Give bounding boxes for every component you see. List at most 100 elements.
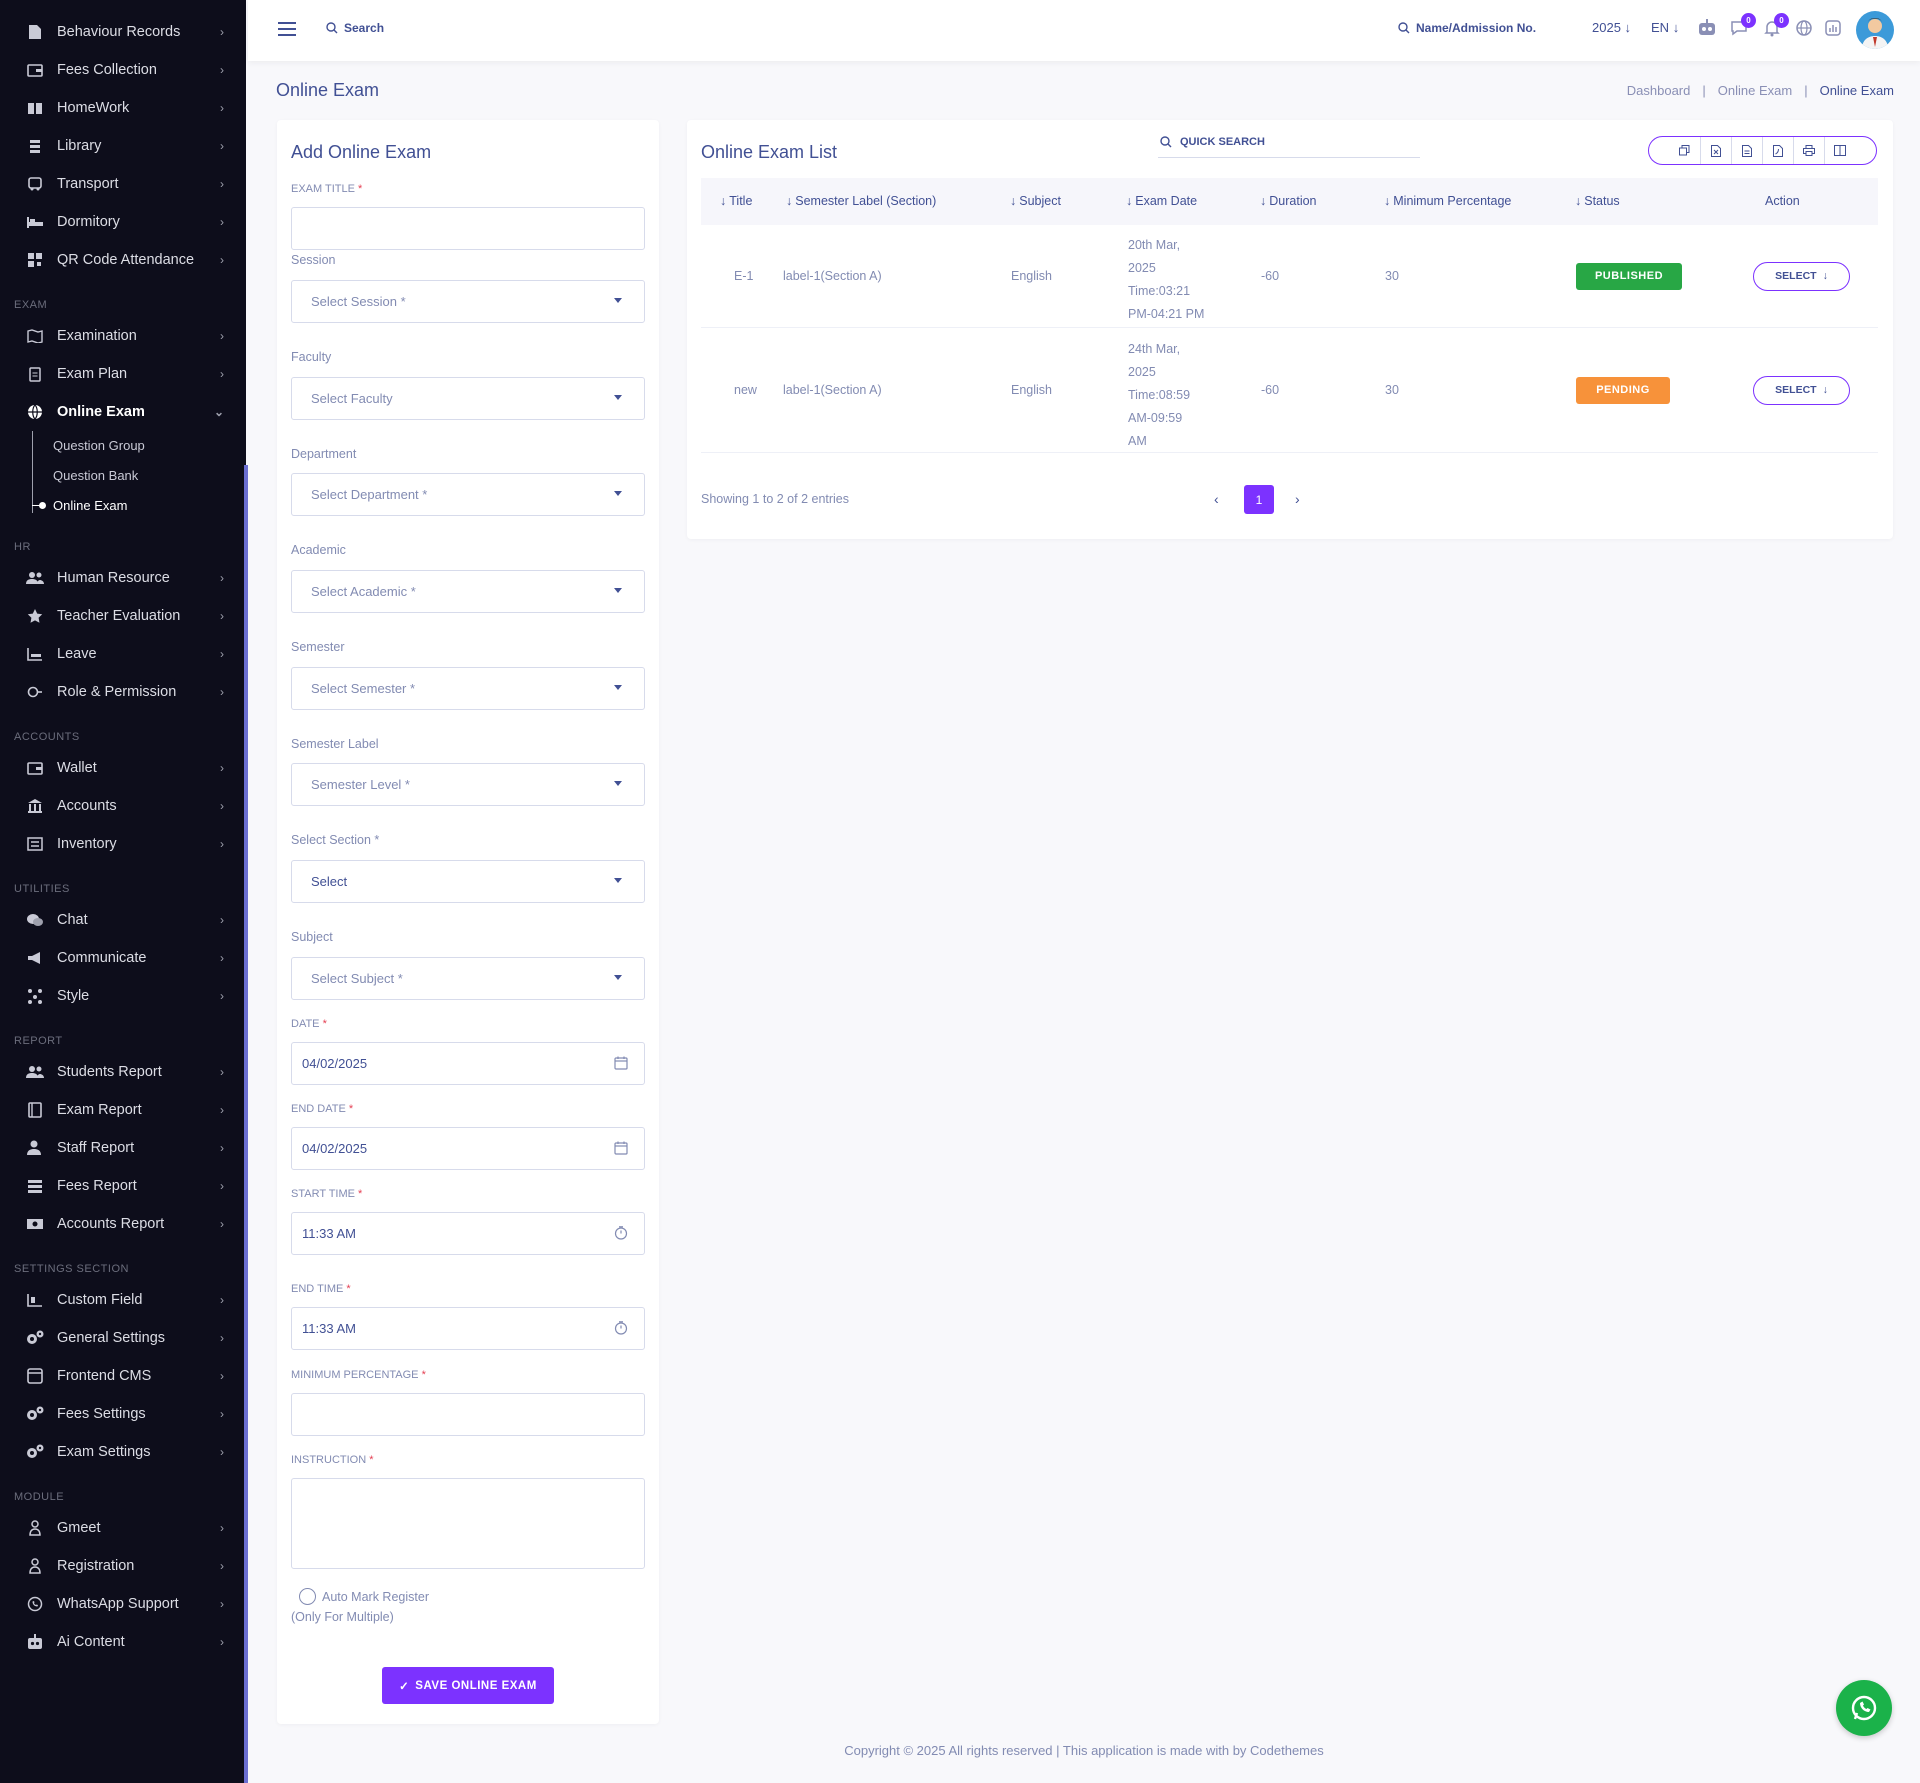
col-status[interactable]: ↓ Status	[1575, 194, 1620, 208]
clock-icon[interactable]	[614, 1321, 628, 1335]
subject-select[interactable]: Select Subject *	[291, 957, 645, 1000]
sidebar-item-custom-field[interactable]: Custom Field ›	[0, 1281, 246, 1319]
prev-page-icon[interactable]: ‹	[1214, 491, 1219, 507]
calendar-icon[interactable]	[614, 1141, 628, 1155]
name-admission-search[interactable]: Name/Admission No.	[1398, 21, 1536, 35]
user-icon	[25, 1520, 45, 1536]
csv-icon[interactable]	[1732, 137, 1763, 164]
col-subject[interactable]: ↓ Subject	[1010, 194, 1061, 208]
row-select-button[interactable]: SELECT ↓	[1753, 261, 1850, 291]
sidebar-item-dormitory[interactable]: Dormitory ›	[0, 203, 246, 241]
copy-icon[interactable]	[1670, 137, 1701, 164]
sidebar-item-qr-code-attendance[interactable]: QR Code Attendance ›	[0, 241, 246, 279]
sidebar-item-accounts[interactable]: Accounts ›	[0, 787, 246, 825]
sidebar-item-exam-settings[interactable]: Exam Settings ›	[0, 1433, 246, 1471]
chevron-right-icon: ›	[220, 329, 224, 343]
sidebar-item-examination[interactable]: Examination ›	[0, 317, 246, 355]
col-duration[interactable]: ↓ Duration	[1260, 194, 1317, 208]
columns-icon[interactable]	[1825, 137, 1856, 164]
semester-select[interactable]: Select Semester *	[291, 667, 645, 710]
sidebar-item-students-report[interactable]: Students Report ›	[0, 1053, 246, 1091]
min-percentage-input[interactable]	[291, 1393, 645, 1436]
start-time-input[interactable]: 11:33 AM	[291, 1212, 645, 1255]
auto-mark-register[interactable]: Auto Mark Register	[299, 1588, 429, 1605]
sidebar-item-library[interactable]: Library ›	[0, 127, 246, 165]
col-action: Action	[1765, 194, 1800, 208]
clock-icon[interactable]	[614, 1226, 628, 1240]
sidebar-item-frontend-cms[interactable]: Frontend CMS ›	[0, 1357, 246, 1395]
sidebar-item-fees-collection[interactable]: Fees Collection ›	[0, 51, 246, 89]
sidebar-subitem-question-bank[interactable]: Question Bank	[0, 461, 246, 491]
sidebar-item-whatsapp-support[interactable]: WhatsApp Support ›	[0, 1585, 246, 1623]
bell-icon[interactable]: 0	[1761, 13, 1789, 39]
sidebar-item-label: Behaviour Records	[57, 24, 181, 40]
date-input[interactable]: 04/02/2025	[291, 1042, 645, 1085]
analytics-icon[interactable]	[1822, 17, 1844, 39]
sidebar-item-wallet[interactable]: Wallet ›	[0, 749, 246, 787]
year-selector[interactable]: 2025 ↓	[1592, 20, 1631, 35]
quick-search-input[interactable]: QUICK SEARCH	[1158, 136, 1420, 158]
department-select[interactable]: Select Department *	[291, 473, 645, 516]
print-icon[interactable]	[1794, 137, 1825, 164]
exam-title-input[interactable]	[291, 207, 645, 250]
calendar-icon[interactable]	[614, 1056, 628, 1070]
sidebar-item-registration[interactable]: Registration ›	[0, 1547, 246, 1585]
sidebar-subitem-online-exam[interactable]: Online Exam	[0, 491, 246, 521]
next-page-icon[interactable]: ›	[1295, 491, 1300, 507]
sidebar-scrollbar[interactable]	[244, 465, 248, 1783]
save-online-exam-button[interactable]: ✓ SAVE ONLINE EXAM	[382, 1667, 554, 1704]
sidebar-item-leave[interactable]: Leave ›	[0, 635, 246, 673]
sidebar-item-general-settings[interactable]: General Settings ›	[0, 1319, 246, 1357]
col-semester-label[interactable]: ↓ Semester Label (Section)	[786, 194, 936, 208]
sidebar-item-role-and-permission[interactable]: Role & Permission ›	[0, 673, 246, 711]
semester-label-select[interactable]: Semester Level *	[291, 763, 645, 806]
col-min-percentage[interactable]: ↓ Minimum Percentage	[1384, 194, 1511, 208]
globe-icon[interactable]	[1793, 17, 1815, 39]
sidebar-item-human-resource[interactable]: Human Resource ›	[0, 559, 246, 597]
sidebar-item-chat[interactable]: Chat ›	[0, 901, 246, 939]
excel-icon[interactable]	[1701, 137, 1732, 164]
language-selector[interactable]: EN ↓	[1651, 20, 1679, 35]
session-select[interactable]: Select Session *	[291, 280, 645, 323]
academic-select[interactable]: Select Academic *	[291, 570, 645, 613]
sidebar-item-accounts-report[interactable]: Accounts Report ›	[0, 1205, 246, 1243]
sidebar-item-transport[interactable]: Transport ›	[0, 165, 246, 203]
whatsapp-button[interactable]	[1836, 1680, 1892, 1736]
robot-icon[interactable]	[1696, 17, 1718, 39]
sidebar-item-staff-report[interactable]: Staff Report ›	[0, 1129, 246, 1167]
sidebar-item-fees-settings[interactable]: Fees Settings ›	[0, 1395, 246, 1433]
sidebar-item-behaviour-records[interactable]: Behaviour Records ›	[0, 13, 246, 51]
col-exam-date[interactable]: ↓ Exam Date	[1126, 194, 1197, 208]
sidebar-item-teacher-evaluation[interactable]: Teacher Evaluation ›	[0, 597, 246, 635]
sidebar-item-exam-report[interactable]: Exam Report ›	[0, 1091, 246, 1129]
sidebar-item-gmeet[interactable]: Gmeet ›	[0, 1509, 246, 1547]
end-time-input[interactable]: 11:33 AM	[291, 1307, 645, 1350]
menu-toggle-icon[interactable]	[278, 22, 296, 36]
semester-label-placeholder: Semester Level *	[311, 777, 410, 792]
sidebar-item-homework[interactable]: HomeWork ›	[0, 89, 246, 127]
sidebar-item-style[interactable]: Style ›	[0, 977, 246, 1015]
col-title[interactable]: ↓ Title	[720, 194, 752, 208]
user-avatar[interactable]	[1856, 11, 1894, 49]
chat-icon	[25, 912, 45, 928]
sidebar-item-communicate[interactable]: Communicate ›	[0, 939, 246, 977]
instruction-textarea[interactable]	[291, 1478, 645, 1569]
sidebar-item-online-exam[interactable]: Online Exam ⌄	[0, 393, 246, 431]
header-search[interactable]: Search	[326, 21, 384, 35]
auto-mark-radio[interactable]	[299, 1588, 316, 1605]
section-select[interactable]: Select	[291, 860, 645, 903]
sidebar-subitem-question-group[interactable]: Question Group	[0, 431, 246, 461]
breadcrumb-online-exam[interactable]: Online Exam	[1718, 83, 1792, 98]
row-select-button[interactable]: SELECT ↓	[1753, 375, 1850, 405]
sidebar-item-exam-plan[interactable]: Exam Plan ›	[0, 355, 246, 393]
sidebar-item-fees-report[interactable]: Fees Report ›	[0, 1167, 246, 1205]
sidebar-item-inventory[interactable]: Inventory ›	[0, 825, 246, 863]
semester-placeholder: Select Semester *	[311, 681, 416, 696]
page-button-1[interactable]: 1	[1244, 485, 1274, 514]
chat-icon[interactable]: 0	[1728, 13, 1756, 39]
pdf-icon[interactable]	[1763, 137, 1794, 164]
breadcrumb-dashboard[interactable]: Dashboard	[1627, 83, 1691, 98]
faculty-select[interactable]: Select Faculty	[291, 377, 645, 420]
sidebar-item-ai-content[interactable]: Ai Content ›	[0, 1623, 246, 1661]
end-date-input[interactable]: 04/02/2025	[291, 1127, 645, 1170]
